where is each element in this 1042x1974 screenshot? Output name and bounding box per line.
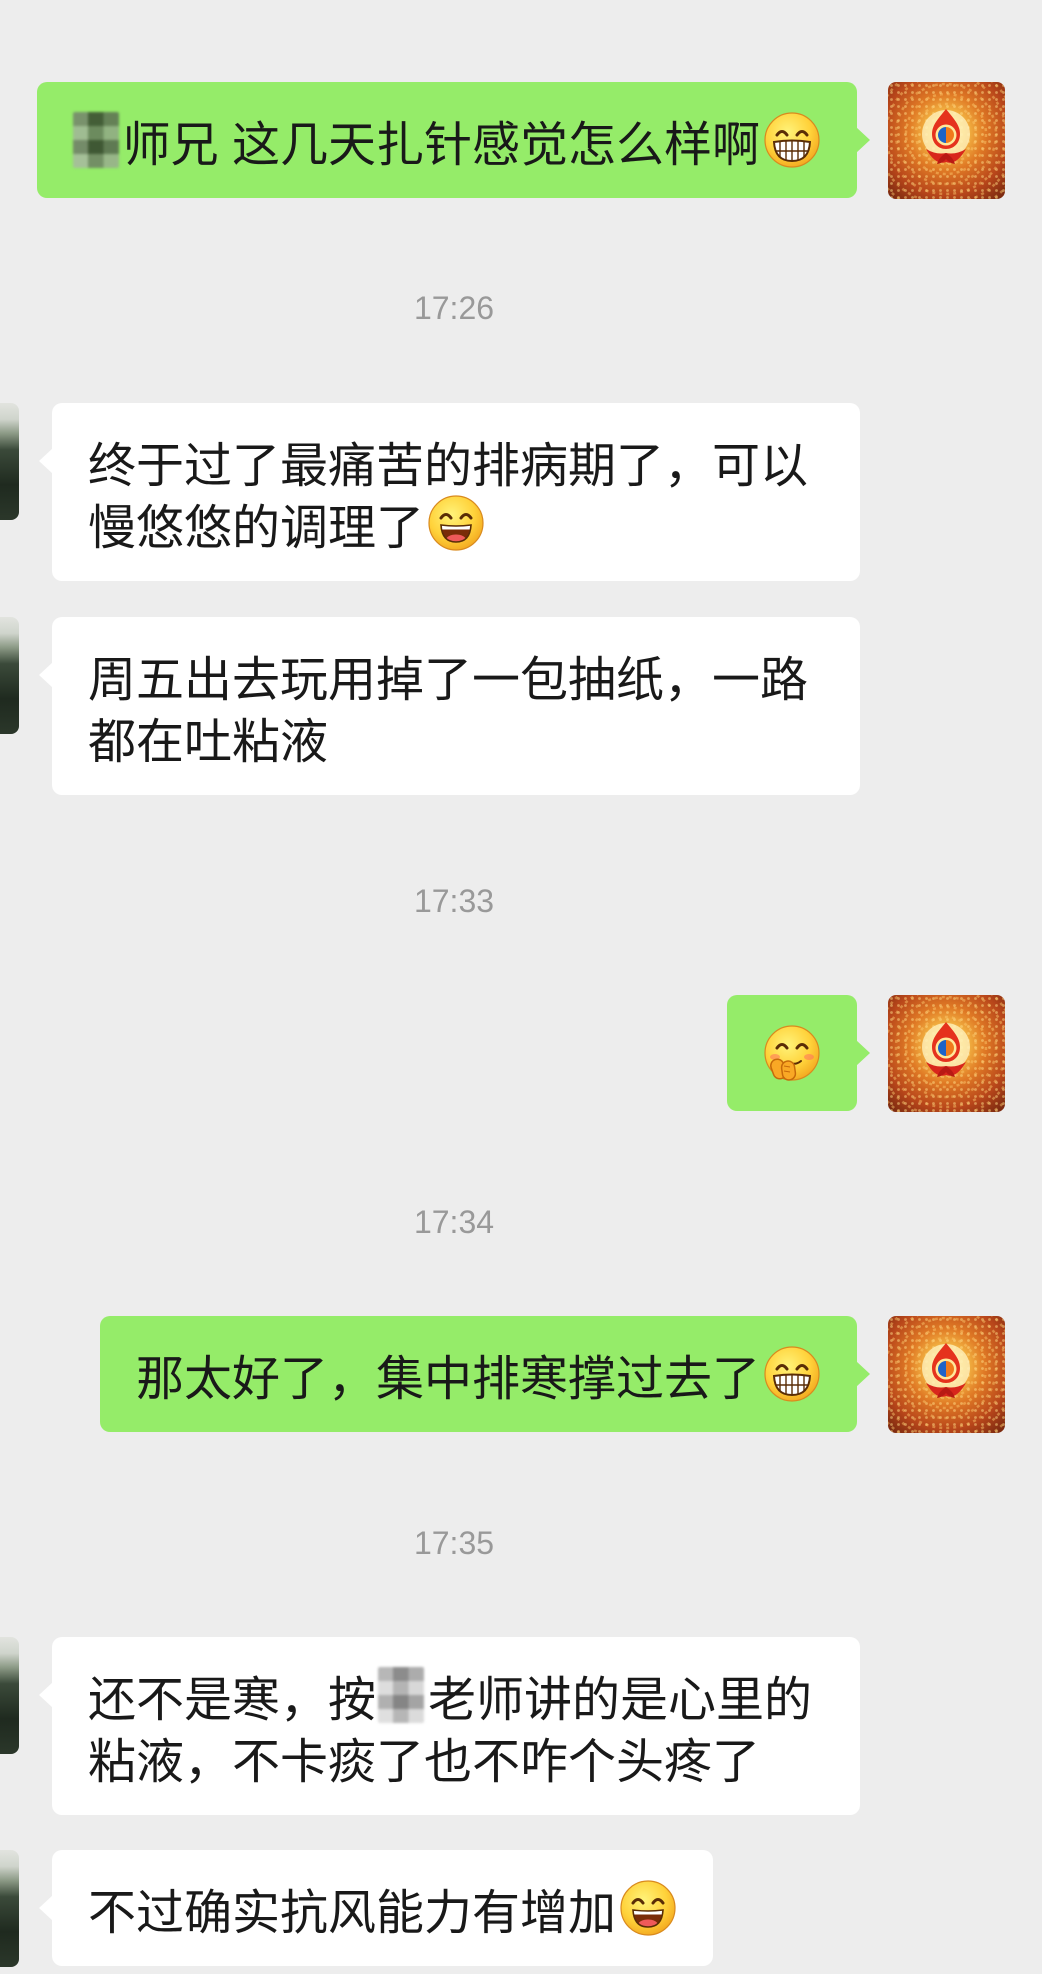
timestamp: 17:26 [413,290,495,326]
message-bubble[interactable]: 周五出去玩用掉了一包抽纸，一路 都在吐粘液 [39,617,860,795]
message-bubble[interactable]: 那太好了，集中排寒撑过去了 [99,1316,871,1432]
message-line: 那太好了，集中排寒撑过去了 [136,1343,821,1406]
message-text: 都在吐粘液 [88,716,329,769]
lotus-flame-avatar[interactable] [888,82,1005,199]
message-line: 还不是寒，按 老师讲的是心里的 [88,1664,824,1727]
contact-photo-avatar[interactable] [0,617,19,734]
message-bubble[interactable]: 终于过了最痛苦的排病期了，可以 慢悠悠的调理了 [39,403,860,581]
timestamp: 17:33 [413,883,495,919]
message-line [763,1022,821,1084]
message-line: 粘液，不卡痰了也不咋个头疼了 [88,1726,824,1789]
message-line: 周五出去玩用掉了一包抽纸，一路 [88,644,824,707]
message-text: 不过确实抗风能力有增加 [88,1887,617,1940]
message-text: 老师讲的是心里的 [428,1674,813,1727]
grin-emoji-icon [763,111,821,169]
message-bubble[interactable]: 不过确实抗风能力有增加 [38,1850,714,1966]
message-line: 慢悠悠的调理了 [88,492,824,555]
message-line: 终于过了最痛苦的排病期了，可以 [88,430,824,493]
message-text: 那太好了，集中排寒撑过去了 [135,1353,760,1406]
redacted-name-mosaic [72,112,119,168]
laugh-emoji-icon [619,1879,677,1937]
lotus-flame-avatar[interactable] [888,995,1005,1112]
message-text: 终于过了最痛苦的排病期了，可以 [88,440,809,493]
redacted-name-mosaic [378,1667,425,1723]
message-line: 师兄 这几天扎针感觉怎么样啊 [72,109,821,172]
contact-photo-avatar[interactable] [0,1637,19,1754]
message-text: 慢悠悠的调理了 [88,502,425,555]
timestamp: 17:35 [413,1525,495,1561]
message-text: 粘液，不卡痰了也不咋个头疼了 [88,1736,761,1789]
message-text: 师兄 这几天扎针感觉怎么样啊 [122,119,760,172]
message-bubble[interactable]: 还不是寒，按 老师讲的是心里的粘液，不卡痰了也不咋个头疼了 [39,1637,860,1815]
message-bubble[interactable]: 师兄 这几天扎针感觉怎么样啊 [36,82,871,198]
timestamp: 17:34 [413,1204,495,1240]
grin-emoji-icon [763,1345,821,1403]
message-line: 不过确实抗风能力有增加 [88,1877,677,1940]
message-line: 都在吐粘液 [88,706,824,769]
contact-photo-avatar[interactable] [0,1850,19,1967]
message-text: 周五出去玩用掉了一包抽纸，一路 [88,654,809,707]
message-text: 还不是寒，按 [88,1674,377,1727]
contact-photo-avatar[interactable] [0,403,19,520]
message-bubble[interactable] [727,995,870,1111]
lotus-flame-avatar[interactable] [888,1316,1005,1433]
chat-screen: 师兄 这几天扎针感觉怎么样啊 17:26 终于过了最痛苦的排病期了，可以 慢悠悠的调理… [0,0,1042,1974]
cover-mouth-emoji-icon [763,1024,821,1082]
laugh-emoji-icon [427,494,485,552]
